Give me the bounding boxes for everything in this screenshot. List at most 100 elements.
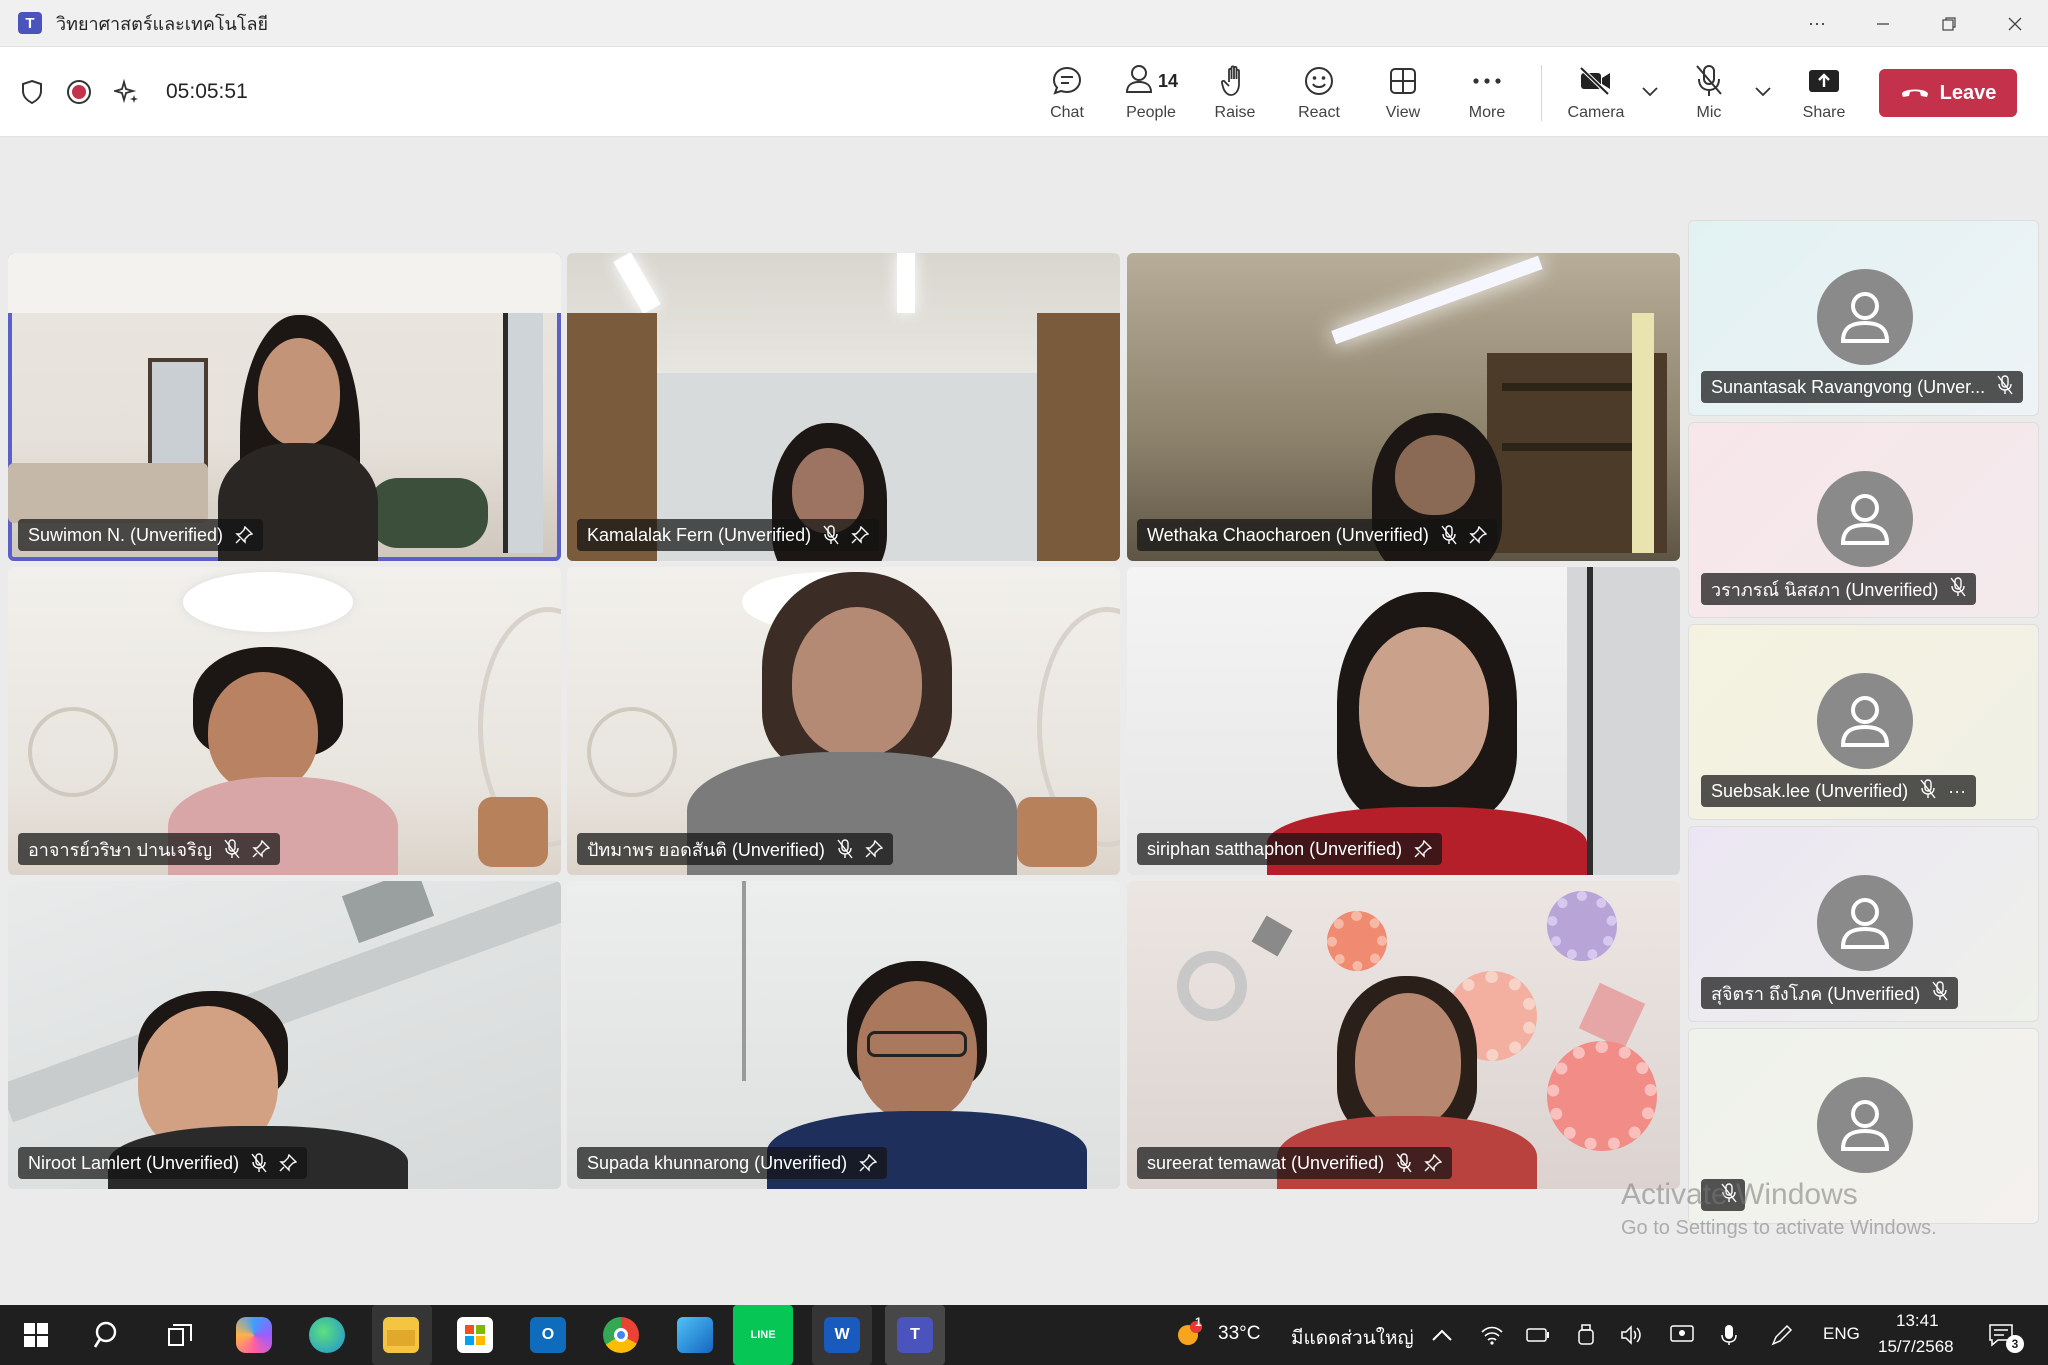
pin-icon[interactable]: [235, 526, 254, 544]
pin-icon[interactable]: [859, 1154, 878, 1172]
search-icon[interactable]: [90, 1317, 126, 1353]
mic-off-icon: [1950, 576, 1966, 602]
mic-button[interactable]: Mic: [1671, 47, 1747, 137]
mic-options-chevron-icon[interactable]: [1751, 77, 1775, 107]
outlook-icon[interactable]: O: [530, 1317, 566, 1353]
view-grid-icon: [1388, 62, 1418, 100]
notification-count: 3: [2006, 1335, 2024, 1353]
pin-icon[interactable]: [865, 840, 883, 858]
participant-tile[interactable]: สุจิตรา ถึงโภค (Unverified): [1688, 826, 2039, 1022]
usb-icon[interactable]: [1574, 1323, 1598, 1347]
toolbar-divider: [1541, 65, 1542, 121]
participant-name-tag: Wethaka Chaocharoen (Unverified): [1137, 519, 1497, 551]
view-button[interactable]: View: [1365, 47, 1441, 137]
participant-tile[interactable]: Sunantasak Ravangvong (Unver...: [1688, 220, 2039, 416]
battery-icon[interactable]: [1526, 1323, 1550, 1347]
chat-button[interactable]: Chat: [1029, 47, 1105, 137]
photos-icon[interactable]: [677, 1317, 713, 1353]
more-options-icon[interactable]: ···: [1784, 0, 1850, 47]
pen-icon[interactable]: [1770, 1323, 1794, 1347]
participant-name: Kamalalak Fern (Unverified): [587, 524, 812, 545]
mic-label: Mic: [1696, 104, 1722, 121]
participant-tile[interactable]: วราภรณ์ นิสสภา (Unverified): [1688, 422, 2039, 618]
people-count: 14: [1157, 70, 1179, 91]
more-button[interactable]: More: [1449, 47, 1525, 137]
participant-name: Wethaka Chaocharoen (Unverified): [1147, 524, 1429, 545]
mic-off-icon: [1396, 1153, 1412, 1173]
participant-name: Suebsak.lee (Unverified): [1711, 780, 1909, 801]
video-tile[interactable]: Kamalalak Fern (Unverified): [567, 253, 1120, 561]
recording-icon[interactable]: [66, 79, 92, 105]
video-tile[interactable]: อาจารย์วริษา ปานเจริญ: [8, 567, 561, 875]
video-tile[interactable]: ปัทมาพร ยอดสันติ (Unverified): [567, 567, 1120, 875]
video-tile[interactable]: siriphan satthaphon (Unverified): [1127, 567, 1680, 875]
weather-temp[interactable]: 33°C: [1218, 1323, 1260, 1345]
wifi-icon[interactable]: [1480, 1323, 1504, 1347]
participant-name: วราภรณ์ นิสสภา (Unverified): [1711, 579, 1939, 600]
start-icon[interactable]: [18, 1317, 54, 1353]
participant-name: siriphan satthaphon (Unverified): [1147, 838, 1403, 859]
participant-name: Niroot Lamlert (Unverified): [28, 1152, 240, 1173]
clock-date[interactable]: 15/7/2568: [1878, 1337, 1954, 1357]
share-button[interactable]: Share: [1786, 47, 1862, 137]
volume-icon[interactable]: [1620, 1323, 1644, 1347]
participant-name-tag: Supada khunnarong (Unverified): [577, 1147, 888, 1179]
participant-tile[interactable]: Suebsak.lee (Unverified) ···: [1688, 624, 2039, 820]
file-explorer-icon[interactable]: [383, 1317, 419, 1353]
edge-icon[interactable]: [309, 1317, 345, 1353]
copilot-icon[interactable]: [236, 1317, 272, 1353]
sparkle-icon[interactable]: [114, 79, 140, 105]
participant-name: Sunantasak Ravangvong (Unver...: [1711, 376, 1986, 397]
react-label: React: [1298, 104, 1340, 121]
video-tile[interactable]: sureerat temawat (Unverified): [1127, 881, 1680, 1189]
pin-icon[interactable]: [252, 840, 271, 858]
pin-icon[interactable]: [1424, 1154, 1443, 1172]
task-view-icon[interactable]: [162, 1317, 198, 1353]
react-button[interactable]: React: [1281, 47, 1357, 137]
more-options-icon[interactable]: ···: [1948, 781, 1966, 802]
shield-icon[interactable]: [20, 79, 44, 105]
microphone-icon[interactable]: [1717, 1323, 1741, 1347]
video-tile[interactable]: Supada khunnarong (Unverified): [567, 881, 1120, 1189]
camera-options-chevron-icon[interactable]: [1638, 77, 1662, 107]
restore-button[interactable]: [1916, 0, 1982, 47]
chrome-icon[interactable]: [603, 1317, 639, 1353]
raise-hand-button[interactable]: Raise: [1197, 47, 1273, 137]
screen-capture-icon[interactable]: [1670, 1323, 1694, 1347]
people-icon: [1124, 63, 1154, 100]
participant-name-tag: Suebsak.lee (Unverified) ···: [1701, 775, 1977, 807]
line-icon[interactable]: LINE: [745, 1317, 781, 1353]
word-icon[interactable]: W: [824, 1317, 860, 1353]
close-button[interactable]: [1982, 0, 2048, 47]
video-tile[interactable]: Suwimon N. (Unverified): [8, 253, 561, 561]
participant-name-tag: อาจารย์วริษา ปานเจริญ: [18, 833, 281, 865]
avatar: [1817, 471, 1913, 567]
leave-button[interactable]: Leave: [1879, 69, 2017, 117]
react-icon: [1303, 62, 1335, 100]
more-icon: [1472, 62, 1502, 100]
camera-label: Camera: [1567, 104, 1625, 121]
mic-off-icon: [837, 839, 853, 859]
clock-time[interactable]: 13:41: [1896, 1311, 1939, 1331]
leave-label: Leave: [1939, 81, 1997, 104]
video-tile[interactable]: Niroot Lamlert (Unverified): [8, 881, 561, 1189]
participant-name-tag: วราภรณ์ นิสสภา (Unverified): [1701, 573, 1977, 605]
participant-name-tag: Suwimon N. (Unverified): [18, 519, 264, 551]
people-button[interactable]: 14 People: [1113, 47, 1189, 137]
view-label: View: [1385, 104, 1421, 121]
camera-button[interactable]: Camera: [1558, 47, 1634, 137]
share-icon: [1807, 62, 1841, 100]
pin-icon[interactable]: [851, 526, 870, 544]
pin-icon[interactable]: [1469, 526, 1487, 544]
store-icon[interactable]: [457, 1317, 493, 1353]
chevron-up-icon[interactable]: [1430, 1323, 1454, 1347]
participant-name: Suwimon N. (Unverified): [28, 524, 224, 545]
language-indicator[interactable]: ENG: [1823, 1324, 1860, 1344]
minimize-button[interactable]: [1850, 0, 1916, 47]
video-tile[interactable]: Wethaka Chaocharoen (Unverified): [1127, 253, 1680, 561]
pin-icon[interactable]: [279, 1154, 298, 1172]
weather-description[interactable]: มีแดดส่วนใหญ่: [1291, 1323, 1414, 1353]
mic-off-icon: [1694, 62, 1724, 100]
teams-icon[interactable]: T: [897, 1317, 933, 1353]
pin-icon[interactable]: [1414, 840, 1433, 858]
